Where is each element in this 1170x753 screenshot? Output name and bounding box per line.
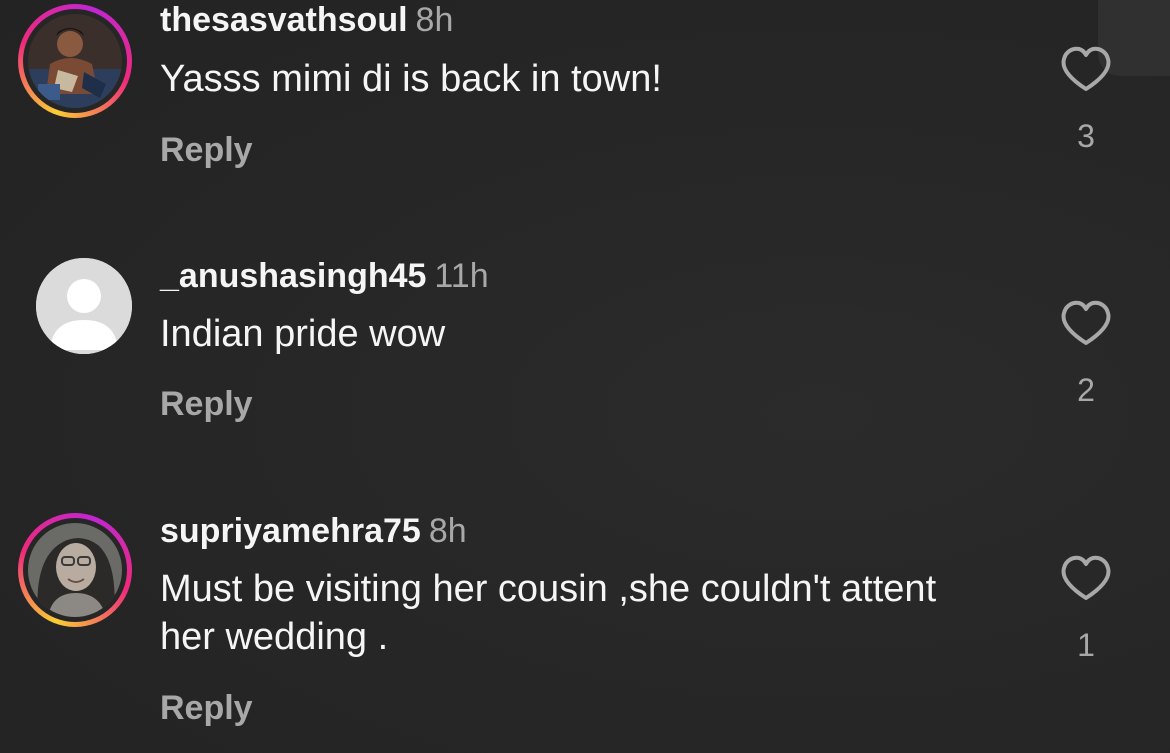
avatar xyxy=(28,523,122,617)
comment-timestamp: 8h xyxy=(415,1,454,39)
comment-text: Indian pride wow xyxy=(160,313,446,355)
comment-username[interactable]: thesasvathsoul xyxy=(160,1,408,39)
like-count: 1 xyxy=(1077,627,1095,663)
comment-text: Must be visiting her cousin ,she couldn'… xyxy=(160,568,937,658)
avatar xyxy=(28,14,122,108)
comments-screen: thesasvathsoul 8h Yasss mimi di is back i… xyxy=(0,0,1170,753)
comment-username[interactable]: supriyamehra75 xyxy=(160,512,421,550)
heart-icon[interactable] xyxy=(1060,300,1112,346)
reply-button[interactable]: Reply xyxy=(160,130,253,170)
avatar[interactable] xyxy=(36,258,132,354)
reply-button[interactable]: Reply xyxy=(160,688,253,728)
comment-timestamp: 11h xyxy=(434,257,489,295)
heart-icon[interactable] xyxy=(1060,555,1112,601)
comment-timestamp: 8h xyxy=(428,512,467,550)
comment-text: Yasss mimi di is back in town! xyxy=(160,58,662,100)
like-count: 3 xyxy=(1077,118,1095,154)
reply-button[interactable]: Reply xyxy=(160,384,253,424)
avatar-story-ring[interactable] xyxy=(18,4,132,118)
avatar-story-ring[interactable] xyxy=(18,513,132,627)
comment-username[interactable]: _anushasingh45 xyxy=(160,257,426,295)
default-avatar-icon xyxy=(36,258,132,354)
like-count: 2 xyxy=(1077,372,1095,408)
heart-icon[interactable] xyxy=(1060,46,1112,92)
